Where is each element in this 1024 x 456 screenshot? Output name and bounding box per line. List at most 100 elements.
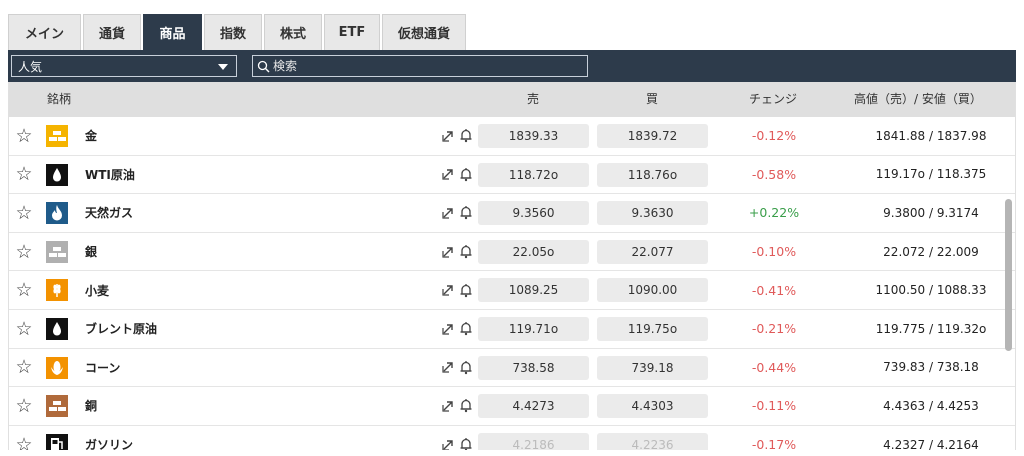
bell-icon[interactable] bbox=[459, 128, 473, 143]
table-row[interactable]: ☆ 銀 22.05o 22.077 -0.10% 22.072 / 22.009 bbox=[9, 232, 1015, 272]
buy-price-button[interactable]: 4.2236 bbox=[597, 432, 708, 450]
table-row[interactable]: ☆ WTI原油 118.72o 118.76o -0.58% 119.17o /… bbox=[9, 155, 1015, 195]
change-percent: -0.10% bbox=[751, 244, 797, 260]
bell-icon[interactable] bbox=[459, 205, 473, 220]
gold-bars-icon bbox=[46, 125, 68, 147]
favorite-star-icon[interactable]: ☆ bbox=[13, 426, 35, 450]
instrument-name[interactable]: WTI原油 bbox=[85, 156, 135, 194]
fuel-pump-icon bbox=[46, 433, 68, 450]
wheat-icon bbox=[46, 279, 68, 302]
external-link-icon[interactable] bbox=[441, 206, 455, 220]
tab-main[interactable]: メイン bbox=[8, 14, 81, 50]
external-link-icon[interactable] bbox=[441, 167, 455, 181]
search-input[interactable] bbox=[273, 59, 573, 73]
flame-icon bbox=[46, 202, 68, 225]
tab-stocks[interactable]: 株式 bbox=[264, 14, 322, 50]
column-header-sell[interactable]: 売 bbox=[527, 82, 539, 117]
high-low-range: 119.775 / 119.32o bbox=[875, 321, 987, 336]
buy-price-button[interactable]: 1090.00 bbox=[597, 278, 708, 303]
external-link-icon[interactable] bbox=[441, 438, 455, 450]
favorite-star-icon[interactable]: ☆ bbox=[13, 233, 35, 271]
buy-price-button[interactable]: 739.18 bbox=[597, 355, 708, 380]
buy-price-button[interactable]: 118.76o bbox=[597, 162, 708, 187]
row-tools bbox=[441, 426, 477, 450]
favorite-star-icon[interactable]: ☆ bbox=[13, 117, 35, 155]
external-link-icon[interactable] bbox=[441, 322, 455, 336]
bell-icon[interactable] bbox=[459, 437, 473, 450]
sell-price-button[interactable]: 1089.25 bbox=[478, 278, 589, 303]
bell-icon[interactable] bbox=[459, 321, 473, 336]
buy-price-button[interactable]: 22.077 bbox=[597, 239, 708, 264]
column-header-high-low[interactable]: 高値（売）/ 安値（買） bbox=[854, 82, 982, 117]
sell-price-button[interactable]: 4.4273 bbox=[478, 394, 589, 419]
sell-price-button[interactable]: 1839.33 bbox=[478, 124, 589, 148]
table-row[interactable]: ☆ ガソリン 4.2186 4.2236 -0.17% 4.2327 / 4.2… bbox=[9, 425, 1015, 450]
bell-icon[interactable] bbox=[459, 244, 473, 259]
commodities-table: 銘柄 売 買 チェンジ 高値（売）/ 安値（買） ☆ 金 1839.33 183… bbox=[8, 82, 1016, 450]
instrument-name[interactable]: ブレント原油 bbox=[85, 310, 157, 348]
high-low-range: 22.072 / 22.009 bbox=[883, 244, 979, 259]
table-row[interactable]: ☆ ブレント原油 119.71o 119.75o -0.21% 119.775 … bbox=[9, 309, 1015, 349]
search-box[interactable] bbox=[252, 55, 588, 77]
external-link-icon[interactable] bbox=[441, 245, 455, 259]
favorite-star-icon[interactable]: ☆ bbox=[13, 194, 35, 232]
bell-icon[interactable] bbox=[459, 398, 473, 413]
external-link-icon[interactable] bbox=[441, 399, 455, 413]
high-low-range: 1100.50 / 1088.33 bbox=[875, 283, 987, 298]
bell-icon[interactable] bbox=[459, 167, 473, 182]
column-header-name[interactable]: 銘柄 bbox=[47, 82, 71, 117]
favorite-star-icon[interactable]: ☆ bbox=[13, 349, 35, 387]
row-tools bbox=[441, 156, 477, 194]
filter-bar: 人気 bbox=[8, 50, 1016, 82]
favorite-star-icon[interactable]: ☆ bbox=[13, 156, 35, 194]
external-link-icon[interactable] bbox=[441, 360, 455, 374]
instrument-name[interactable]: コーン bbox=[85, 349, 120, 387]
table-row[interactable]: ☆ コーン 738.58 739.18 -0.44% 739.83 / 738.… bbox=[9, 348, 1015, 388]
row-tools bbox=[441, 349, 477, 387]
favorite-star-icon[interactable]: ☆ bbox=[13, 271, 35, 309]
tab-indices[interactable]: 指数 bbox=[204, 14, 262, 50]
buy-price-button[interactable]: 119.75o bbox=[597, 316, 708, 341]
row-tools bbox=[441, 194, 477, 232]
table-row[interactable]: ☆ 小麦 1089.25 1090.00 -0.41% 1100.50 / 10… bbox=[9, 271, 1015, 310]
table-scrollbar-thumb[interactable] bbox=[1005, 199, 1012, 351]
tab-currency[interactable]: 通貨 bbox=[83, 14, 141, 50]
external-link-icon[interactable] bbox=[441, 129, 455, 143]
sell-price-button[interactable]: 118.72o bbox=[478, 162, 589, 187]
sell-price-button[interactable]: 4.2186 bbox=[478, 432, 589, 450]
sell-price-button[interactable]: 22.05o bbox=[478, 239, 589, 264]
buy-price-button[interactable]: 9.3630 bbox=[597, 201, 708, 226]
table-row[interactable]: ☆ 銅 4.4273 4.4303 -0.11% 4.4363 / 4.4253 bbox=[9, 387, 1015, 426]
table-row[interactable]: ☆ 金 1839.33 1839.72 -0.12% 1841.88 / 183… bbox=[9, 117, 1015, 156]
bell-icon[interactable] bbox=[459, 283, 473, 298]
change-percent: -0.44% bbox=[751, 359, 797, 375]
column-header-change[interactable]: チェンジ bbox=[749, 82, 797, 117]
row-tools bbox=[441, 117, 477, 155]
instrument-name[interactable]: 小麦 bbox=[85, 271, 109, 309]
external-link-icon[interactable] bbox=[441, 283, 455, 297]
instrument-name[interactable]: 金 bbox=[85, 117, 97, 155]
favorite-star-icon[interactable]: ☆ bbox=[13, 387, 35, 425]
sell-price-button[interactable]: 119.71o bbox=[478, 316, 589, 341]
table-row[interactable]: ☆ 天然ガス 9.3560 9.3630 +0.22% 9.3800 / 9.3… bbox=[9, 194, 1015, 233]
instrument-name[interactable]: 銀 bbox=[85, 233, 97, 271]
category-select[interactable]: 人気 bbox=[11, 55, 237, 77]
instrument-name[interactable]: 銅 bbox=[85, 387, 97, 425]
tab-etf[interactable]: ETF bbox=[324, 14, 380, 50]
column-header-buy[interactable]: 買 bbox=[646, 82, 658, 117]
bell-icon[interactable] bbox=[459, 360, 473, 375]
instrument-name[interactable]: 天然ガス bbox=[85, 194, 133, 232]
instrument-name[interactable]: ガソリン bbox=[85, 426, 133, 450]
category-select-value: 人気 bbox=[18, 59, 43, 74]
high-low-range: 4.2327 / 4.2164 bbox=[883, 437, 979, 450]
buy-price-button[interactable]: 4.4303 bbox=[597, 394, 708, 419]
tab-crypto[interactable]: 仮想通貨 bbox=[382, 14, 466, 50]
sell-price-button[interactable]: 9.3560 bbox=[478, 201, 589, 226]
chevron-down-icon bbox=[218, 64, 228, 70]
change-percent: +0.22% bbox=[748, 205, 800, 221]
favorite-star-icon[interactable]: ☆ bbox=[13, 310, 35, 348]
instrument-tabs: メイン 通貨 商品 指数 株式 ETF 仮想通貨 bbox=[8, 14, 468, 50]
buy-price-button[interactable]: 1839.72 bbox=[597, 124, 708, 148]
tab-commodities[interactable]: 商品 bbox=[143, 14, 202, 50]
sell-price-button[interactable]: 738.58 bbox=[478, 355, 589, 380]
